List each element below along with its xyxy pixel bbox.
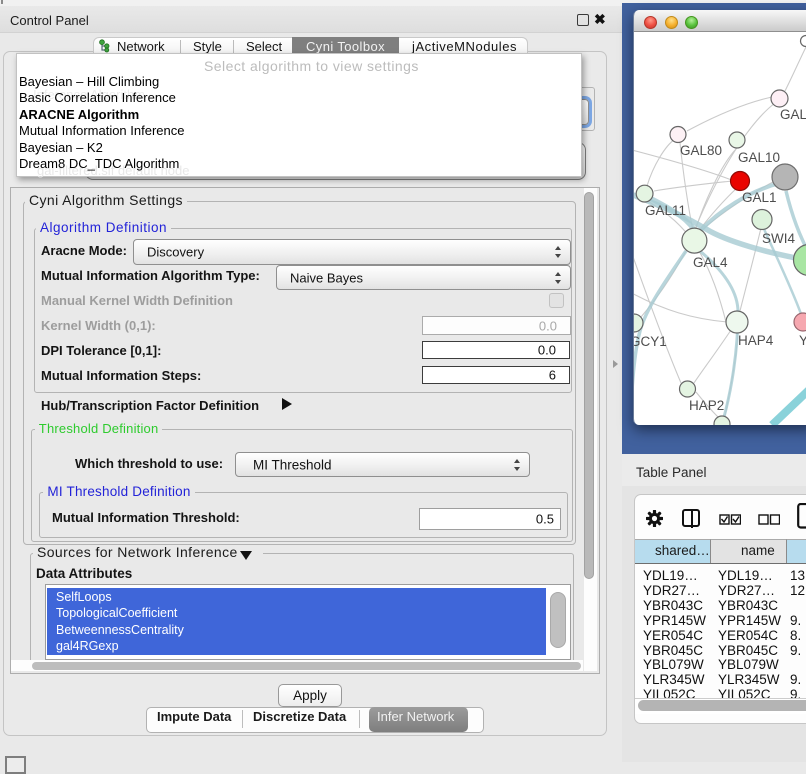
svg-text:GAL1: GAL1	[742, 190, 777, 205]
svg-text:HAP4: HAP4	[738, 333, 774, 348]
svg-text:Y: Y	[799, 333, 806, 348]
svg-text:GCY1: GCY1	[634, 334, 667, 349]
svg-text:GAL7: GAL7	[780, 107, 806, 122]
svg-text:GAL10: GAL10	[738, 150, 780, 165]
svg-text:SWI4: SWI4	[762, 231, 795, 246]
svg-text:GAL11: GAL11	[645, 203, 686, 218]
svg-text:GAL80: GAL80	[680, 143, 722, 158]
svg-text:HAP2: HAP2	[689, 398, 724, 413]
svg-text:GAL4: GAL4	[693, 255, 728, 270]
